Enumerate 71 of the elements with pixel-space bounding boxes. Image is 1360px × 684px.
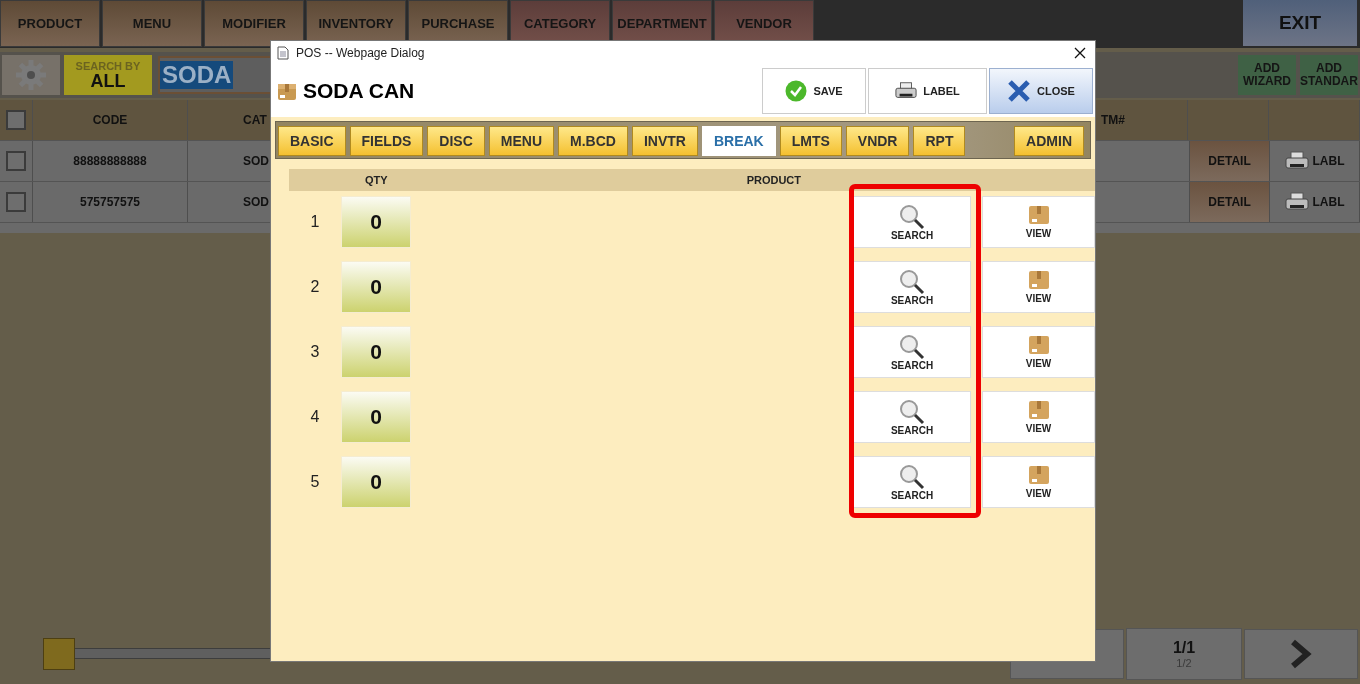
tab[interactable]: LMTS <box>779 126 842 156</box>
checkmark-icon <box>785 80 808 102</box>
tab[interactable]: FIELDS <box>349 126 424 156</box>
table-cell: 575757575 <box>33 182 188 222</box>
row-number: 5 <box>309 473 321 491</box>
search-button[interactable]: SEARCH <box>853 456 971 508</box>
tab[interactable]: ADMIN <box>1014 126 1084 156</box>
search-icon <box>898 268 926 295</box>
row-number: 2 <box>309 278 321 296</box>
row-checkbox[interactable] <box>6 151 26 171</box>
column-header: CAT <box>242 113 267 127</box>
save-button[interactable]: SAVE <box>762 68 866 114</box>
box-icon <box>1028 465 1049 484</box>
tab[interactable]: M.BCD <box>558 126 628 156</box>
view-button[interactable]: VIEW <box>982 391 1095 443</box>
search-button[interactable]: SEARCH <box>853 391 971 443</box>
quantity-button[interactable]: 0 <box>341 456 411 508</box>
box-icon <box>1028 335 1049 354</box>
box-icon <box>1028 270 1049 289</box>
page-number: 1/1 <box>1172 639 1196 657</box>
table-cell: 88888888888 <box>33 141 188 181</box>
search-icon <box>898 333 926 360</box>
view-button[interactable]: VIEW <box>982 326 1095 378</box>
search-button[interactable]: SEARCH <box>853 261 971 313</box>
tab[interactable]: DISC <box>427 126 485 156</box>
column-header: CODE <box>33 100 188 140</box>
settings-icon <box>15 59 47 91</box>
column-header: TM# <box>1100 113 1125 127</box>
table-cell-text: SOD <box>242 195 269 209</box>
view-button[interactable]: VIEW <box>982 196 1095 248</box>
document-icon <box>277 46 289 60</box>
tab[interactable]: MENU <box>488 126 555 156</box>
next-button[interactable] <box>1244 629 1358 679</box>
printer-icon <box>1284 151 1309 171</box>
tab[interactable]: RPT <box>913 126 966 156</box>
search-button[interactable]: SEARCH <box>853 196 971 248</box>
view-button[interactable]: VIEW <box>982 456 1095 508</box>
row-number: 4 <box>309 408 321 426</box>
close-icon[interactable] <box>1074 47 1086 59</box>
quantity-button[interactable]: 0 <box>341 261 411 313</box>
box-icon <box>277 81 297 101</box>
printer-icon <box>1284 192 1309 212</box>
printer-icon <box>895 81 918 101</box>
table-cell-text: SOD <box>242 154 269 168</box>
search-icon <box>898 398 926 425</box>
search-by-button[interactable]: SEARCH BY ALL <box>64 55 152 95</box>
chevron-right-icon <box>1290 639 1312 669</box>
close-button[interactable]: CLOSE <box>989 68 1093 114</box>
row-checkbox[interactable] <box>6 192 26 212</box>
tab[interactable]: VNDR <box>845 126 910 156</box>
row-number: 3 <box>309 343 321 361</box>
quantity-button[interactable]: 0 <box>341 391 411 443</box>
row-number: 1 <box>309 213 321 231</box>
tab[interactable]: INVTR <box>631 126 698 156</box>
select-all-checkbox[interactable] <box>6 110 26 130</box>
tab[interactable]: BASIC <box>278 126 346 156</box>
settings-button[interactable] <box>2 55 60 95</box>
product-title: SODA CAN <box>303 79 415 103</box>
tab[interactable]: BREAK <box>701 126 776 156</box>
search-icon <box>898 203 926 230</box>
column-header: QTY <box>365 174 388 186</box>
close-icon <box>1007 79 1032 103</box>
box-icon <box>1028 400 1049 419</box>
view-button[interactable]: VIEW <box>982 261 1095 313</box>
box-icon <box>1028 205 1049 224</box>
search-button[interactable]: SEARCH <box>853 326 971 378</box>
quantity-button[interactable]: 0 <box>341 326 411 378</box>
label-button[interactable]: LABEL <box>868 68 987 114</box>
column-header: PRODUCT <box>746 174 801 186</box>
quantity-button[interactable]: 0 <box>341 196 411 248</box>
search-icon <box>898 463 926 490</box>
